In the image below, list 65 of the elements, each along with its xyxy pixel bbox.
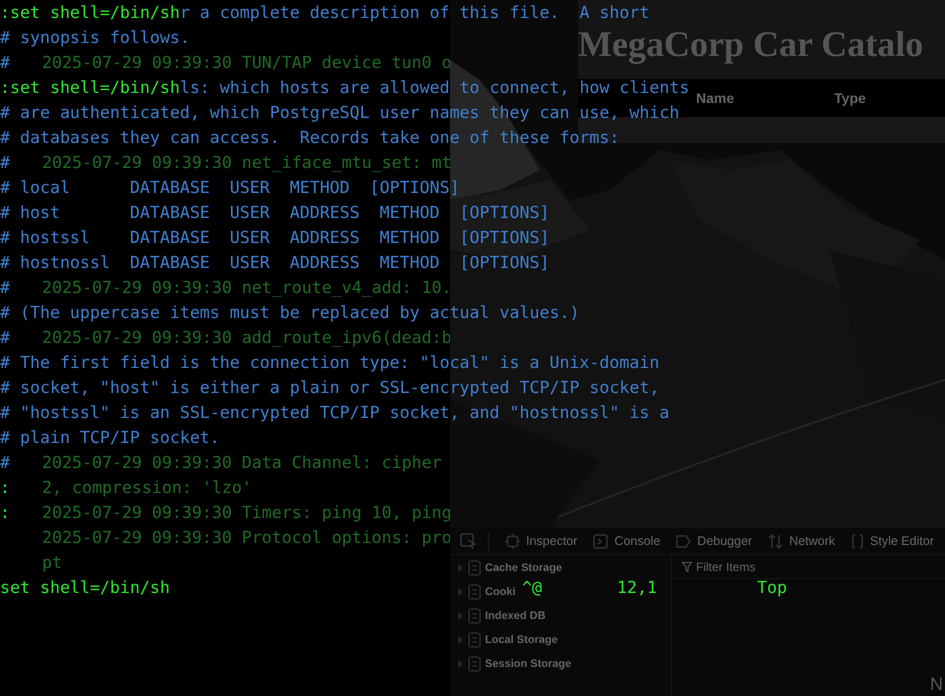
database-icon bbox=[468, 608, 481, 624]
braces-icon bbox=[851, 534, 864, 548]
comment-text: # bbox=[0, 154, 10, 170]
debugger-icon bbox=[676, 534, 692, 548]
comment-text: # bbox=[0, 54, 10, 70]
devtools-tab[interactable]: Debugger bbox=[676, 532, 752, 550]
comment-text: # are authenticated, which PostgreSQL user names they can use, which bbox=[0, 104, 680, 120]
caret-icon[interactable] bbox=[456, 564, 464, 572]
comment-text: # bbox=[0, 454, 10, 470]
filter-field[interactable]: Filter Items bbox=[696, 558, 896, 576]
devtools-tab[interactable]: Style Editor bbox=[851, 532, 934, 550]
command-text: : bbox=[0, 480, 10, 496]
log-line: pt bbox=[42, 553, 62, 572]
command-text: :set shell=/bin/sh bbox=[0, 80, 180, 96]
tree-item[interactable]: Session Storage bbox=[485, 656, 572, 672]
tree-item[interactable]: Cooki bbox=[485, 584, 516, 600]
comment-text: # hostnossl DATABASE USER ADDRESS METHOD [OPTIONS] bbox=[0, 254, 550, 270]
column-header[interactable]: Type bbox=[834, 90, 866, 106]
command-text: : bbox=[0, 504, 10, 520]
comment-text: # databases they can access. Records take one of these forms: bbox=[0, 130, 620, 146]
devtools-tab[interactable]: Inspector bbox=[505, 532, 578, 550]
comment-text: # bbox=[0, 280, 10, 296]
element-picker-icon[interactable] bbox=[460, 533, 476, 549]
pane-text: N bbox=[930, 674, 943, 694]
scroll-position: Top bbox=[757, 578, 787, 597]
comment-text: # hostssl DATABASE USER ADDRESS METHOD [OPTIONS] bbox=[0, 230, 550, 246]
cursor-position: 12,1 bbox=[617, 578, 657, 597]
up-down-arrows-icon bbox=[768, 534, 784, 548]
comment-text: # The first field is the connection type: "local" is a Unix-domain bbox=[0, 354, 660, 370]
caret-icon[interactable] bbox=[456, 612, 464, 620]
comment-text: r a complete description of this file. A short bbox=[180, 4, 650, 20]
database-icon bbox=[468, 560, 481, 576]
devtools-tab[interactable]: Network bbox=[768, 532, 836, 550]
log-line: 2025-07-29 09:39:30 Data Channel: cipher bbox=[42, 453, 442, 472]
log-line: 2, compression: 'lzo' bbox=[42, 478, 252, 497]
log-line: 2025-07-29 09:39:30 net_route_v4_add: 10. bbox=[42, 278, 450, 297]
database-icon bbox=[468, 584, 481, 600]
log-line: 2025-07-29 09:39:30 net_iface_mtu_set: mt bbox=[42, 153, 450, 172]
command-text: :set shell=/bin/sh bbox=[0, 4, 180, 20]
pending-keys: ^@ bbox=[522, 578, 542, 597]
comment-text: # plain TCP/IP socket. bbox=[0, 430, 220, 446]
comment-text: ls: which hosts are allowed to connect, how clients bbox=[180, 80, 690, 96]
database-icon bbox=[468, 632, 481, 648]
command-line: set shell=/bin/sh bbox=[0, 578, 170, 597]
comment-text: # "hostssl" is an SSL-encrypted TCP/IP socket, and "hostnossl" is a bbox=[0, 404, 670, 420]
devtools-tab[interactable]: Console bbox=[593, 532, 660, 550]
tree-item[interactable]: Local Storage bbox=[485, 632, 558, 648]
database-icon bbox=[468, 656, 481, 672]
comment-text: # bbox=[0, 330, 10, 346]
comment-text: # (The uppercase items must be replaced by actual values.) bbox=[0, 304, 580, 320]
tree-item[interactable]: Cache Storage bbox=[485, 560, 562, 576]
console-icon bbox=[593, 534, 608, 548]
page-title: MegaCorp Car Catalo bbox=[578, 26, 924, 62]
caret-icon[interactable] bbox=[456, 660, 464, 668]
comment-text: # host DATABASE USER ADDRESS METHOD [OPTIONS] bbox=[0, 204, 550, 220]
caret-icon[interactable] bbox=[456, 588, 464, 596]
log-line: 2025-07-29 09:39:30 Timers: ping 10, ping bbox=[42, 503, 450, 522]
caret-icon[interactable] bbox=[456, 636, 464, 644]
comment-text: # synopsis follows. bbox=[0, 30, 190, 46]
column-header[interactable]: Name bbox=[696, 90, 734, 106]
tree-item[interactable]: Indexed DB bbox=[485, 608, 546, 624]
inspector-icon bbox=[505, 534, 520, 548]
comment-text: # local DATABASE USER METHOD [OPTIONS] bbox=[0, 180, 460, 196]
filter-icon bbox=[682, 562, 692, 572]
comment-text: # socket, "host" is either a plain or SSL-encrypted TCP/IP socket, bbox=[0, 380, 660, 396]
